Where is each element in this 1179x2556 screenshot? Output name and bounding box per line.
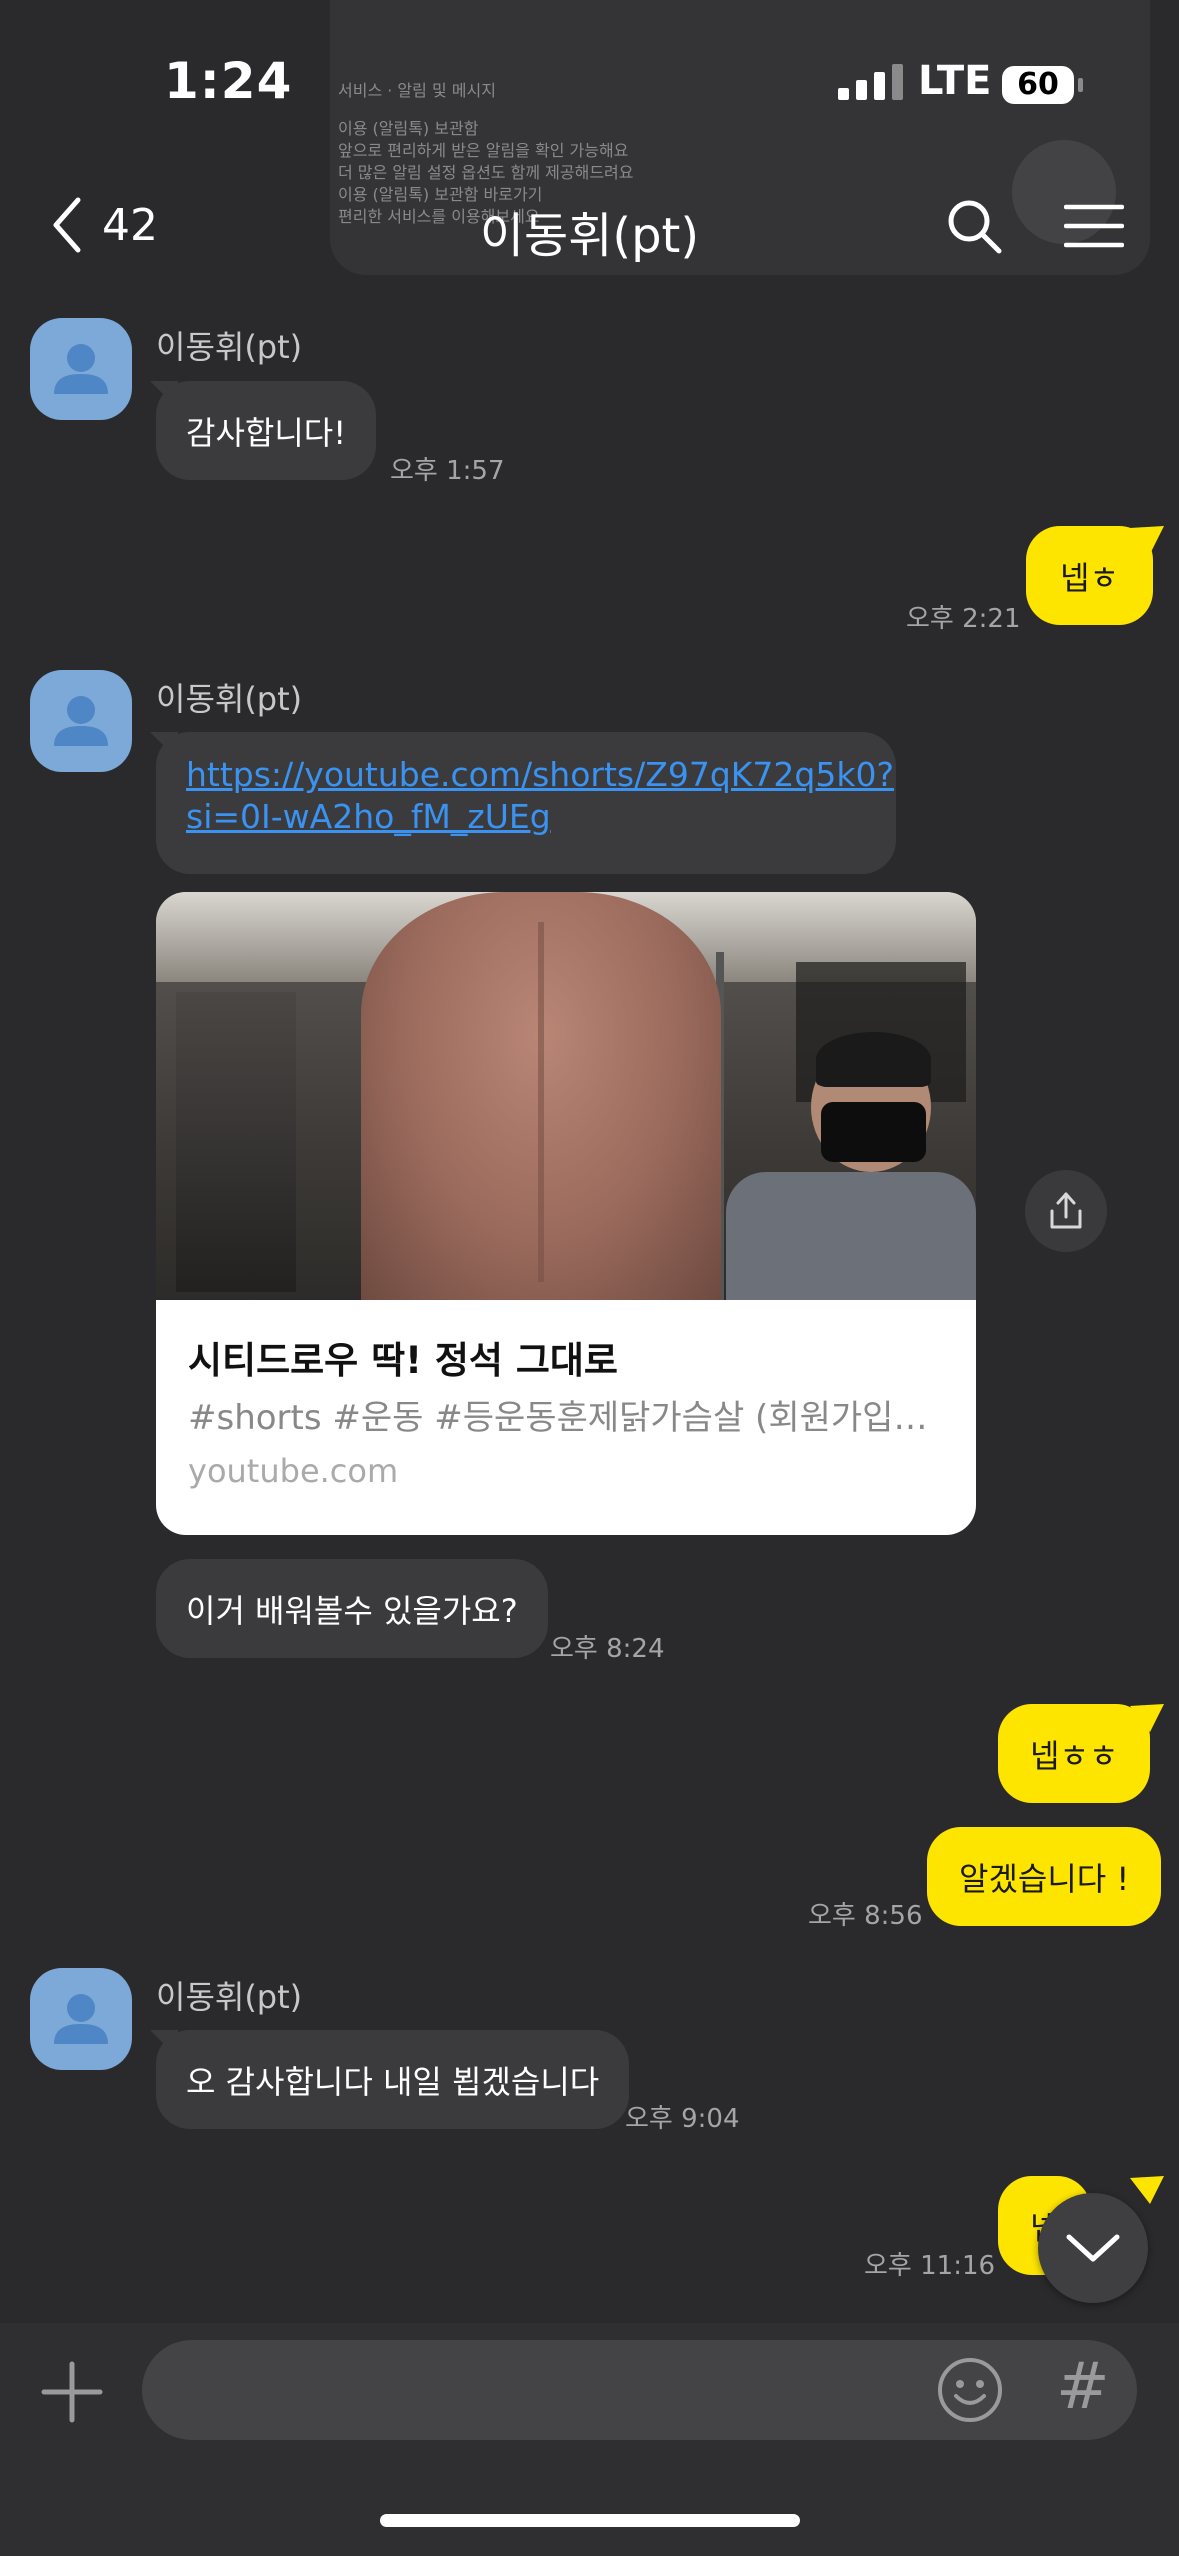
plus-icon[interactable] — [40, 2360, 104, 2424]
link-bubble[interactable]: https://youtube.com/shorts/Z97qK72q5k0? … — [156, 732, 896, 874]
share-icon — [1050, 1192, 1082, 1229]
avatar[interactable] — [30, 670, 132, 772]
sender-name: 이동휘(pt) — [156, 680, 303, 718]
avatar[interactable] — [30, 1968, 132, 2070]
home-indicator — [380, 2514, 800, 2527]
notification-line: 앞으로 편리하게 받은 알림을 확인 가능해요 — [338, 141, 629, 160]
link-preview-card[interactable]: 시티드로우 딱! 정석 그대로 #shorts #운동 #등운동훈제닭가슴살 (… — [156, 892, 976, 1535]
unread-count: 42 — [102, 199, 158, 251]
notification-line: 이용 (알림톡) 보관함 — [338, 119, 479, 138]
sender-name: 이동휘(pt) — [156, 1978, 303, 2016]
search-icon[interactable] — [944, 196, 1004, 256]
scroll-to-bottom-button[interactable] — [1038, 2193, 1148, 2303]
message-time: 오후 9:04 — [625, 2104, 740, 2134]
message-time: 오후 8:24 — [550, 1634, 665, 1664]
bubble-tail-out — [1130, 1704, 1164, 1732]
back-button[interactable]: 42 — [50, 196, 158, 254]
person-icon — [54, 344, 108, 394]
video-thumbnail[interactable] — [156, 892, 976, 1300]
message-bubble[interactable]: 이거 배워볼수 있을가요? — [156, 1559, 548, 1658]
avatar[interactable] — [30, 318, 132, 420]
card-description: #shorts #운동 #등운동훈제닭가슴살 (회원가입시... — [188, 1398, 948, 1438]
card-title: 시티드로우 딱! 정석 그대로 — [188, 1339, 618, 1382]
card-domain: youtube.com — [188, 1452, 399, 1490]
chevron-down-icon — [1066, 2234, 1120, 2262]
signal-icon — [838, 64, 903, 100]
bubble-tail-out — [1130, 2176, 1164, 2204]
network-label: LTE — [918, 58, 992, 104]
battery-icon: 60 — [1002, 66, 1074, 104]
share-button[interactable] — [1025, 1170, 1107, 1252]
chevron-left-icon — [53, 197, 81, 253]
menu-icon[interactable] — [1064, 203, 1124, 249]
message-time: 오후 8:56 — [808, 1901, 923, 1931]
emoji-icon[interactable] — [936, 2356, 1004, 2424]
sender-name: 이동휘(pt) — [156, 328, 303, 366]
bubble-tail-out — [1130, 526, 1164, 554]
notification-line: 더 많은 알림 설정 옵션도 함께 제공해드려요 — [338, 163, 634, 182]
message-bubble-out[interactable]: 넵ㅎㅎ — [998, 1704, 1151, 1803]
message-time: 오후 1:57 — [390, 456, 505, 486]
message-bubble-out[interactable]: 알겠습니다 ! — [927, 1827, 1162, 1926]
link-text[interactable]: si=0I-wA2ho_fM_zUEg — [186, 796, 866, 838]
person-icon — [54, 1994, 108, 2044]
message-bubble[interactable]: 오 감사합니다 내일 뵙겠습니다 — [156, 2030, 630, 2129]
message-time: 오후 11:16 — [864, 2251, 996, 2281]
message-bubble[interactable]: 감사합니다! — [156, 381, 377, 480]
battery-tip — [1078, 78, 1083, 92]
person-icon — [54, 696, 108, 746]
message-time: 오후 2:21 — [906, 604, 1021, 634]
hashtag-button[interactable]: # — [1056, 2350, 1110, 2424]
status-time: 1:24 — [164, 52, 293, 110]
link-text[interactable]: https://youtube.com/shorts/Z97qK72q5k0? — [186, 754, 894, 796]
notification-line: 서비스 · 알림 및 메시지 — [338, 81, 496, 100]
